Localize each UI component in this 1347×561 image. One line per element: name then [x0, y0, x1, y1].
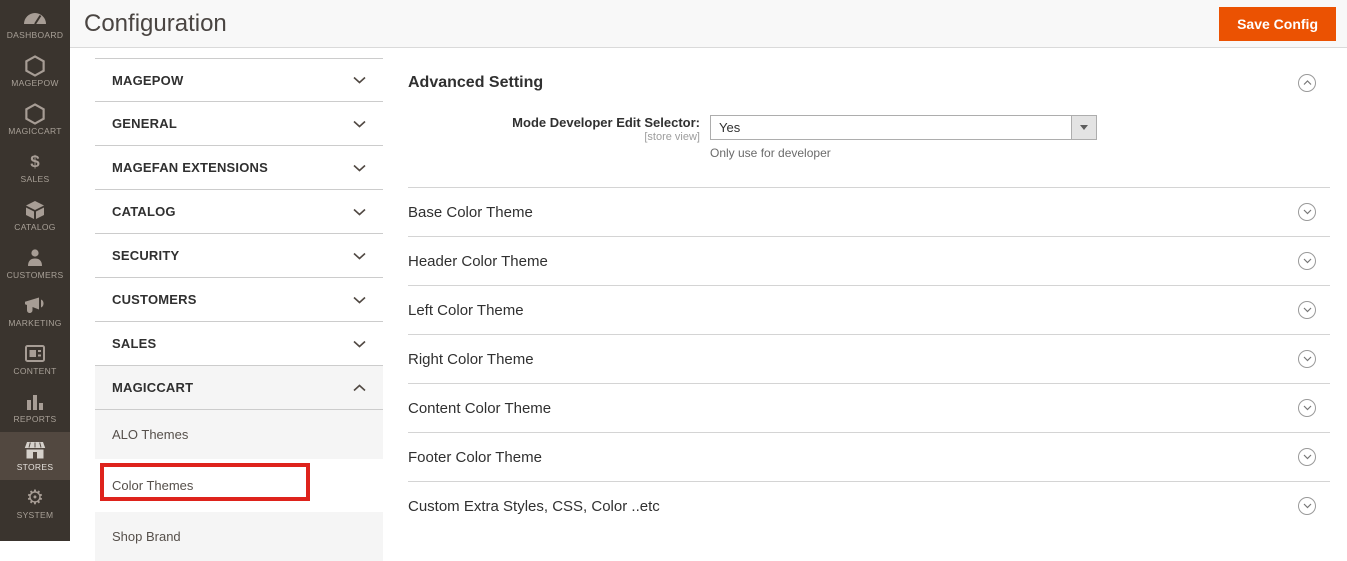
magiccart-subsection-list: ALO Themes Color Themes Shop Brand: [95, 410, 383, 561]
sidebar-item-sales[interactable]: $ SALES: [0, 144, 70, 192]
expand-section-button[interactable]: [1298, 399, 1316, 417]
sidebar-item-magepow[interactable]: MAGEPOW: [0, 48, 70, 96]
config-nav-customers[interactable]: CUSTOMERS: [95, 278, 383, 322]
sidebar-item-content[interactable]: CONTENT: [0, 336, 70, 384]
chevron-down-icon: [1303, 503, 1311, 509]
sidebar-item-system[interactable]: ⚙ SYSTEM: [0, 480, 70, 528]
sidebar-item-label: CONTENT: [13, 365, 57, 376]
field-control: Yes Only use for developer: [710, 115, 1097, 160]
layout-icon: [25, 345, 45, 363]
config-section-nav: MAGEPOW GENERAL MAGEFAN EXTENSIONS CATAL…: [95, 58, 383, 561]
dollar-icon: $: [30, 152, 40, 171]
hexagon-icon: [25, 54, 45, 77]
sidebar-item-label: CATALOG: [14, 221, 56, 232]
sidebar-item-marketing[interactable]: MARKETING: [0, 288, 70, 336]
select-dropdown-arrow[interactable]: [1071, 116, 1096, 139]
chevron-down-icon: [1303, 405, 1311, 411]
config-nav-sales[interactable]: SALES: [95, 322, 383, 366]
sidebar-item-label: STORES: [16, 461, 54, 472]
sidebar-item-label: DASHBOARD: [6, 29, 64, 40]
chevron-down-icon: [353, 76, 366, 84]
expand-section-button[interactable]: [1298, 497, 1316, 515]
config-nav-magefan-extensions[interactable]: MAGEFAN EXTENSIONS: [95, 146, 383, 190]
chevron-down-icon: [353, 120, 366, 128]
section-row-header-color-theme[interactable]: Header Color Theme: [408, 236, 1330, 285]
config-subnav-color-themes[interactable]: Color Themes: [95, 459, 383, 512]
config-subnav-shop-brand[interactable]: Shop Brand: [95, 512, 383, 561]
sidebar-item-reports[interactable]: REPORTS: [0, 384, 70, 432]
page-header: Configuration Save Config: [70, 0, 1347, 48]
expand-section-button[interactable]: [1298, 203, 1316, 221]
person-icon: [27, 248, 43, 267]
store-view-scope-label: [store view]: [644, 131, 700, 143]
config-nav-general[interactable]: GENERAL: [95, 102, 383, 146]
sidebar-item-label: SYSTEM: [16, 509, 54, 520]
save-config-button[interactable]: Save Config: [1219, 6, 1336, 41]
content-area: MAGEPOW GENERAL MAGEFAN EXTENSIONS CATAL…: [70, 48, 1347, 561]
chevron-down-icon: [1303, 307, 1311, 313]
chevron-down-icon: [353, 340, 366, 348]
sidebar-item-customers[interactable]: CUSTOMERS: [0, 240, 70, 288]
config-nav-magiccart[interactable]: MAGICCART: [95, 366, 383, 410]
chevron-up-icon: [353, 383, 366, 392]
expand-section-button[interactable]: [1298, 301, 1316, 319]
page-title: Configuration: [84, 9, 227, 37]
cube-icon: [25, 200, 45, 219]
gear-icon: ⚙: [26, 486, 44, 509]
section-title: Advanced Setting: [408, 74, 544, 91]
chevron-up-icon: [1303, 80, 1311, 85]
config-main-panel: Advanced Setting Mode Developer Edit Sel…: [408, 48, 1330, 561]
sidebar-item-stores[interactable]: STORES: [0, 432, 70, 480]
advanced-setting-header: Advanced Setting: [408, 48, 1330, 92]
sidebar-item-label: MAGEPOW: [11, 77, 59, 88]
chevron-down-icon: [1303, 454, 1311, 460]
config-nav-catalog[interactable]: CATALOG: [95, 190, 383, 234]
expand-section-button[interactable]: [1298, 252, 1316, 270]
page-container: Configuration Save Config MAGEPOW GENERA…: [70, 0, 1347, 561]
chevron-down-icon: [353, 296, 366, 304]
sidebar-item-dashboard[interactable]: DASHBOARD: [0, 0, 70, 48]
field-label: Mode Developer Edit Selector: [store vie…: [408, 115, 708, 160]
hexagon-icon: [25, 102, 45, 125]
chevron-down-icon: [353, 252, 366, 260]
config-nav-magepow[interactable]: MAGEPOW: [95, 58, 383, 102]
mode-developer-select[interactable]: Yes: [710, 115, 1097, 140]
expand-section-button[interactable]: [1298, 350, 1316, 368]
section-row-right-color-theme[interactable]: Right Color Theme: [408, 334, 1330, 383]
sidebar-item-catalog[interactable]: CATALOG: [0, 192, 70, 240]
storefront-icon: [24, 441, 46, 459]
sidebar-item-label: MARKETING: [8, 317, 62, 328]
expand-section-button[interactable]: [1298, 448, 1316, 466]
field-note: Only use for developer: [710, 146, 831, 160]
dashboard-icon: [23, 9, 47, 27]
section-row-custom-extra-styles[interactable]: Custom Extra Styles, CSS, Color ..etc: [408, 481, 1330, 530]
config-nav-security[interactable]: SECURITY: [95, 234, 383, 278]
section-row-content-color-theme[interactable]: Content Color Theme: [408, 383, 1330, 432]
mode-developer-field-row: Mode Developer Edit Selector: [store vie…: [408, 115, 1330, 160]
sidebar-item-magiccart[interactable]: MAGICCART: [0, 96, 70, 144]
sidebar-item-label: REPORTS: [13, 413, 57, 424]
section-row-footer-color-theme[interactable]: Footer Color Theme: [408, 432, 1330, 481]
advanced-setting-section: Advanced Setting Mode Developer Edit Sel…: [408, 48, 1330, 187]
bar-chart-icon: [26, 393, 44, 411]
collapse-section-button[interactable]: [1298, 74, 1316, 92]
chevron-down-icon: [353, 208, 366, 216]
chevron-down-icon: [1303, 356, 1311, 362]
chevron-down-icon: [353, 164, 366, 172]
chevron-down-icon: [1303, 258, 1311, 264]
sidebar-item-label: CUSTOMERS: [6, 269, 64, 280]
config-subnav-alo-themes[interactable]: ALO Themes: [95, 410, 383, 459]
megaphone-icon: [24, 297, 46, 315]
chevron-down-icon: [1303, 209, 1311, 215]
section-row-base-color-theme[interactable]: Base Color Theme: [408, 187, 1330, 236]
admin-sidebar: DASHBOARD MAGEPOW MAGICCART $ SALES CATA…: [0, 0, 70, 541]
sidebar-item-label: MAGICCART: [8, 125, 62, 136]
section-row-left-color-theme[interactable]: Left Color Theme: [408, 285, 1330, 334]
sidebar-item-label: SALES: [20, 173, 50, 184]
